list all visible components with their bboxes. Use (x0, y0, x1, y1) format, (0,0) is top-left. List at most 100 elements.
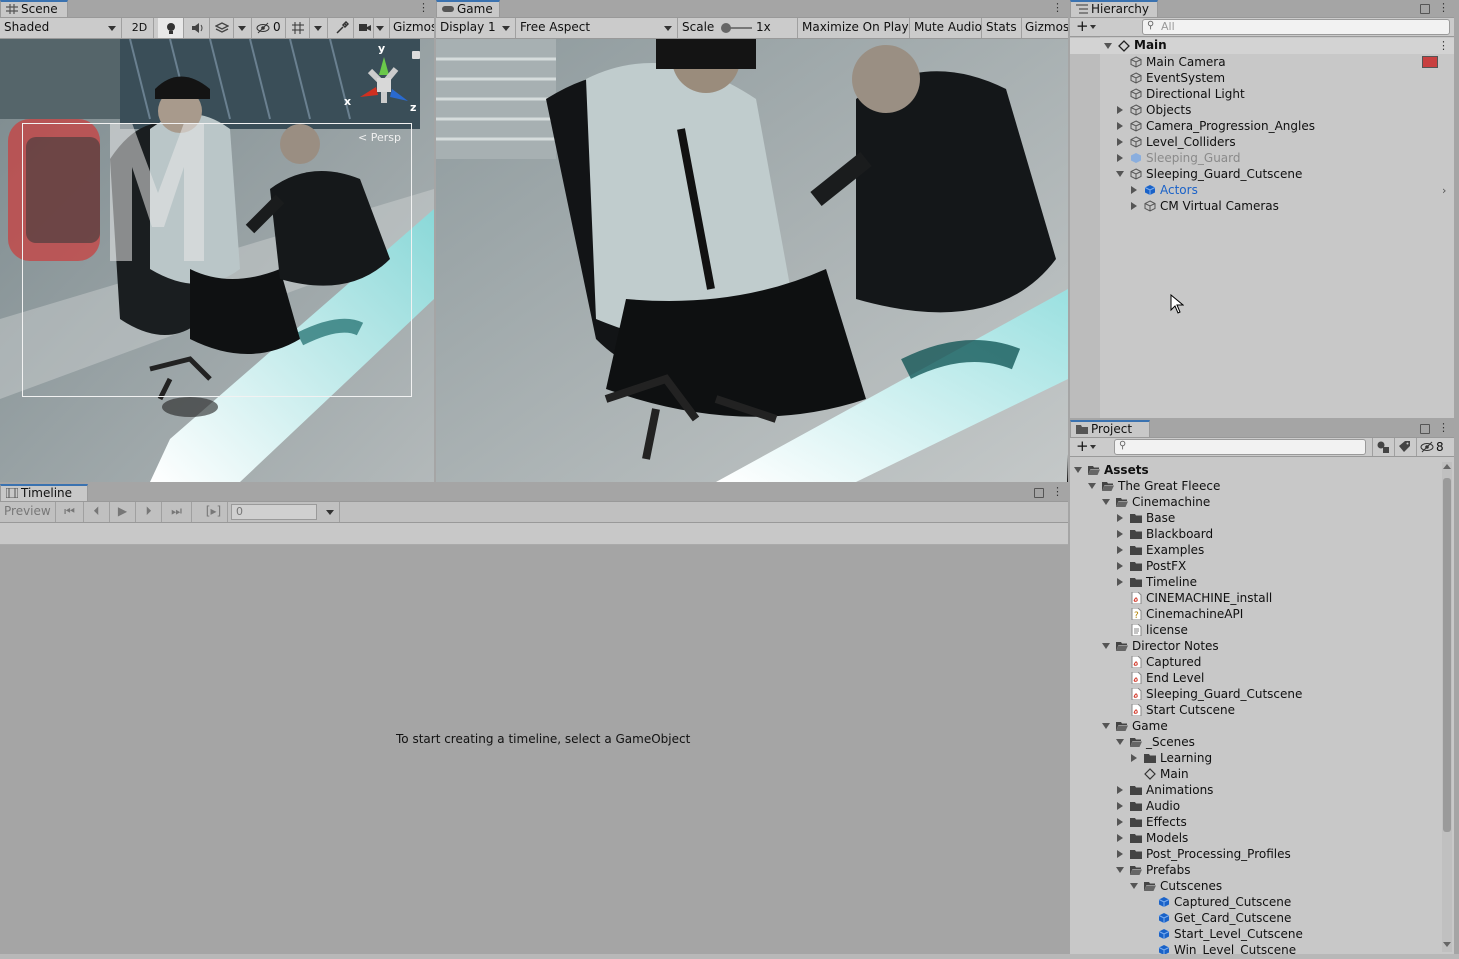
camera-settings-button[interactable] (356, 18, 374, 38)
scene-menu-icon[interactable]: ⋮ (418, 1, 429, 15)
play-button[interactable]: ▶ (110, 502, 136, 522)
game-menu-icon[interactable]: ⋮ (1052, 1, 1063, 15)
search-by-type-button[interactable] (1372, 438, 1393, 456)
scroll-up-icon[interactable] (1443, 464, 1451, 469)
scene-expand-icon[interactable] (1104, 43, 1112, 49)
play-range-button[interactable]: [▸] (200, 502, 228, 522)
project-item[interactable]: Animations (1070, 782, 1440, 798)
project-item[interactable]: Director Notes (1070, 638, 1440, 654)
expanded-arrow-icon[interactable] (1102, 723, 1110, 729)
display-dropdown[interactable]: Display 1 (436, 18, 516, 38)
goto-start-button[interactable]: ⏮ (56, 502, 84, 522)
collapsed-arrow-icon[interactable] (1117, 578, 1123, 586)
hierarchy-item[interactable]: CM Virtual Cameras (1070, 198, 1454, 214)
scale-slider[interactable] (721, 23, 752, 33)
project-item[interactable]: Base (1070, 510, 1440, 526)
tab-hierarchy[interactable]: Hierarchy (1070, 0, 1158, 17)
goto-end-button[interactable]: ⏭ (162, 502, 192, 522)
collapsed-arrow-icon[interactable] (1117, 562, 1123, 570)
collapsed-arrow-icon[interactable] (1117, 122, 1123, 130)
project-item[interactable]: End Level (1070, 670, 1440, 686)
hierarchy-item[interactable]: Main Camera (1070, 54, 1454, 70)
project-lock-icon[interactable] (1420, 424, 1430, 434)
hierarchy-item[interactable]: Directional Light (1070, 86, 1454, 102)
hierarchy-item[interactable]: Camera_Progression_Angles (1070, 118, 1454, 134)
project-item[interactable]: Cutscenes (1070, 878, 1440, 894)
orientation-gizmo[interactable]: y x z (344, 42, 418, 117)
effects-dropdown[interactable] (234, 18, 252, 38)
preview-toggle[interactable]: Preview (0, 502, 56, 522)
next-frame-button[interactable]: ⏵ (136, 502, 162, 522)
collapsed-arrow-icon[interactable] (1117, 850, 1123, 858)
project-item[interactable]: _Scenes (1070, 734, 1440, 750)
project-item[interactable]: Start_Level_Cutscene (1070, 926, 1440, 942)
timeline-lock-icon[interactable] (1034, 488, 1044, 498)
collapsed-arrow-icon[interactable] (1131, 186, 1137, 194)
expanded-arrow-icon[interactable] (1116, 867, 1124, 873)
expanded-arrow-icon[interactable] (1116, 739, 1124, 745)
tab-scene[interactable]: Scene (0, 0, 68, 17)
project-item[interactable]: The Great Fleece (1070, 478, 1440, 494)
scene-viewport[interactable]: < Persp y x z (0, 39, 434, 482)
project-item[interactable]: license (1070, 622, 1440, 638)
stats-toggle[interactable]: Stats (982, 18, 1022, 38)
row-expand-arrow-icon[interactable]: › (1442, 184, 1446, 197)
project-item[interactable]: Effects (1070, 814, 1440, 830)
project-item[interactable]: Get_Card_Cutscene (1070, 910, 1440, 926)
grid-dropdown[interactable] (310, 18, 328, 38)
expanded-arrow-icon[interactable] (1130, 883, 1138, 889)
expanded-arrow-icon[interactable] (1102, 499, 1110, 505)
hierarchy-item[interactable]: Objects (1070, 102, 1454, 118)
hierarchy-search-input[interactable]: ⚲ All (1142, 19, 1450, 35)
tab-timeline[interactable]: Timeline (0, 484, 88, 501)
expanded-arrow-icon[interactable] (1116, 171, 1124, 177)
effects-toggle[interactable] (210, 18, 234, 38)
hierarchy-item[interactable]: Actors (1070, 182, 1454, 198)
audio-toggle[interactable] (184, 18, 210, 38)
collapsed-arrow-icon[interactable] (1117, 786, 1123, 794)
project-item[interactable]: Models (1070, 830, 1440, 846)
collapsed-arrow-icon[interactable] (1117, 530, 1123, 538)
hierarchy-lock-icon[interactable] (1420, 4, 1430, 14)
scene-row-menu-icon[interactable]: ⋮ (1438, 39, 1449, 53)
hierarchy-scene-row[interactable]: Main ⋮ (1070, 38, 1454, 54)
shading-mode-dropdown[interactable]: Shaded (0, 18, 122, 38)
aspect-dropdown[interactable]: Free Aspect (516, 18, 678, 38)
project-item[interactable]: Game (1070, 718, 1440, 734)
project-item[interactable]: Learning (1070, 750, 1440, 766)
timeline-options-dropdown[interactable] (316, 502, 340, 522)
project-item[interactable]: Win_Level_Cutscene (1070, 942, 1440, 954)
project-item[interactable]: Cinemachine (1070, 494, 1440, 510)
project-item[interactable]: Start Cutscene (1070, 702, 1440, 718)
scene-gizmos-button[interactable]: Gizmos (390, 18, 434, 38)
project-item[interactable]: Sleeping_Guard_Cutscene (1070, 686, 1440, 702)
prev-frame-button[interactable]: ⏴ (84, 502, 110, 522)
project-menu-icon[interactable]: ⋮ (1438, 421, 1449, 435)
camera-settings-dropdown[interactable] (374, 18, 390, 38)
project-item[interactable]: ? CinemachineAPI (1070, 606, 1440, 622)
project-item[interactable]: Blackboard (1070, 526, 1440, 542)
project-item[interactable]: Assets (1070, 462, 1440, 478)
expanded-arrow-icon[interactable] (1102, 643, 1110, 649)
hierarchy-item[interactable]: Level_Colliders (1070, 134, 1454, 150)
grid-toggle[interactable] (286, 18, 310, 38)
collapsed-arrow-icon[interactable] (1117, 546, 1123, 554)
project-item[interactable]: Audio (1070, 798, 1440, 814)
project-item[interactable]: Post_Processing_Profiles (1070, 846, 1440, 862)
hidden-packages-toggle[interactable]: 8 (1416, 438, 1453, 456)
search-by-label-button[interactable] (1394, 438, 1415, 456)
collapsed-arrow-icon[interactable] (1131, 754, 1137, 762)
project-item[interactable]: Examples (1070, 542, 1440, 558)
hierarchy-item[interactable]: Sleeping_Guard (1070, 150, 1454, 166)
hierarchy-item[interactable]: Sleeping_Guard_Cutscene (1070, 166, 1454, 182)
mute-audio-toggle[interactable]: Mute Audio (910, 18, 982, 38)
collapsed-arrow-icon[interactable] (1117, 138, 1123, 146)
hierarchy-item[interactable]: EventSystem (1070, 70, 1454, 86)
timeline-menu-icon[interactable]: ⋮ (1052, 485, 1063, 499)
project-search-input[interactable]: ⚲ (1114, 439, 1366, 455)
tab-project[interactable]: Project (1070, 420, 1150, 437)
game-viewport[interactable] (436, 39, 1068, 482)
collapsed-arrow-icon[interactable] (1117, 106, 1123, 114)
project-scrollbar-thumb[interactable] (1443, 478, 1451, 832)
project-item[interactable]: Main (1070, 766, 1440, 782)
